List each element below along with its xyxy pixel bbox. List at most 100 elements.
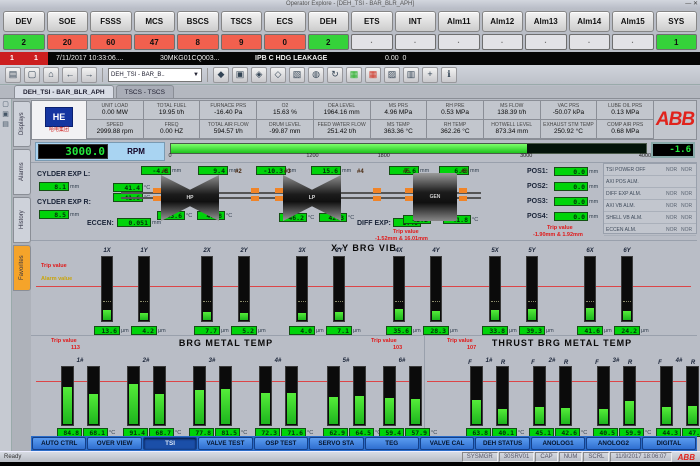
link-icon[interactable]: ◇ xyxy=(270,67,286,83)
param-value: 0.13 MPa xyxy=(611,109,639,117)
sidebar-tab-alarms[interactable]: Alarms xyxy=(13,149,31,195)
system-tab-bscs[interactable]: BSCS xyxy=(177,11,219,32)
display-selector-dropdown[interactable]: DEH_TSI - BAR_B..▼ xyxy=(108,68,202,82)
alarm-count-alm14[interactable]: · xyxy=(569,34,611,50)
vib-bar-fill xyxy=(528,309,536,320)
database-icon[interactable]: ◍ xyxy=(308,67,324,83)
system-tab-fsss[interactable]: FSSS xyxy=(90,11,132,32)
report-icon[interactable]: ▥ xyxy=(403,67,419,83)
vib-bar-4Y xyxy=(430,256,442,322)
sidebar-tab-displays[interactable]: Displays xyxy=(13,101,31,147)
alarm-count-deh[interactable]: 2 xyxy=(308,34,350,50)
bearing-block xyxy=(153,196,161,201)
system-tab-mcs[interactable]: MCS xyxy=(134,11,176,32)
alarm-count-ets[interactable]: · xyxy=(351,34,393,50)
lock-icon[interactable]: ◈ xyxy=(251,67,267,83)
sidebar-tab-history[interactable]: History xyxy=(13,197,31,243)
he-logo-mark: HE xyxy=(45,107,73,127)
nav-button-anolog1[interactable]: ANOLOG1 xyxy=(531,437,585,450)
nav-button-servo-sta[interactable]: SERVO STA xyxy=(309,437,363,450)
cyl-exp-r-value-unit: mm xyxy=(70,210,79,220)
nav-button-auto-ctrl[interactable]: AUTO CTRL xyxy=(32,437,86,450)
brg-temp-5#-bar xyxy=(327,366,340,426)
forward-icon[interactable]: → xyxy=(81,67,97,83)
alarm-list-ack-icon[interactable]: ▦ xyxy=(346,67,362,83)
home-icon[interactable]: ⌂ xyxy=(43,67,59,83)
vib-bar-fill xyxy=(240,313,248,320)
alarm-count-ecs[interactable]: 0 xyxy=(264,34,306,50)
alarm-count-fsss[interactable]: 60 xyxy=(90,34,132,50)
system-tab-ecs[interactable]: ECS xyxy=(264,11,306,32)
copy-display-icon[interactable]: ▢ xyxy=(24,67,40,83)
display-call-icon[interactable]: ▣ xyxy=(232,67,248,83)
nav-button-deh-status[interactable]: DEH STATUS xyxy=(475,437,529,450)
thrust-trip-value: 107 xyxy=(467,345,476,351)
brg-temp-2#-bar xyxy=(127,366,140,426)
param-value: 362.26 °C xyxy=(441,128,470,136)
brg-temp-6#-bar xyxy=(409,366,422,426)
nav-button-anolog2[interactable]: ANOLOG2 xyxy=(586,437,640,450)
alarm-count-alm13[interactable]: · xyxy=(525,34,567,50)
alarm-count-soe[interactable]: 20 xyxy=(47,34,89,50)
system-tab-sys[interactable]: SYS xyxy=(656,11,698,32)
alarm-count-alm12[interactable]: · xyxy=(482,34,524,50)
system-tab-alm11[interactable]: Alm11 xyxy=(438,11,480,32)
parameter-table: UNIT LOAD0.00 MWTOTAL FUEL19.95 t/hFURNA… xyxy=(87,101,654,139)
vib-bar-label-6Y: 6Y xyxy=(620,248,634,254)
system-tab-alm15[interactable]: Alm15 xyxy=(612,11,654,32)
info-icon[interactable]: ℹ xyxy=(441,67,457,83)
pages-icon[interactable]: ▣ xyxy=(2,111,9,118)
display-tab-active[interactable]: DEH_TSI - BAR_BLR_APH xyxy=(14,85,114,98)
alarm-list-icon[interactable]: ▦ xyxy=(365,67,381,83)
nav-button-valve-cal[interactable]: VALVE CAL xyxy=(420,437,474,450)
panel-icon[interactable]: ▤ xyxy=(2,121,9,128)
system-tab-alm12[interactable]: Alm12 xyxy=(482,11,524,32)
nav-button-osp-test[interactable]: OSP TEST xyxy=(254,437,308,450)
window-titlebar: Operator Explore - [DEH_TSI - BAR_BLR_AP… xyxy=(0,0,700,9)
nav-button-tsi[interactable]: TSI xyxy=(143,437,197,450)
system-tab-dev[interactable]: DEV xyxy=(3,11,45,32)
vib-trip-label: Trip value xyxy=(41,263,67,269)
alarm-count-sys[interactable]: 1 xyxy=(656,34,698,50)
nav-button-over-view[interactable]: OVER VIEW xyxy=(87,437,141,450)
system-tab-deh[interactable]: DEH xyxy=(308,11,350,32)
alarm-count-mcs[interactable]: 47 xyxy=(134,34,176,50)
pin-icon[interactable]: + xyxy=(422,67,438,83)
alarm-count-tscs[interactable]: 9 xyxy=(221,34,263,50)
vib-bar-label-4X: 4X xyxy=(392,248,406,254)
vib-bar-3X xyxy=(296,256,308,322)
minimize-button[interactable]: — xyxy=(685,1,691,7)
alarm-banner[interactable]: 1 1 7/11/2017 10:33:06.... 30MKG01CQ003.… xyxy=(0,52,700,65)
system-tab-soe[interactable]: SOE xyxy=(47,11,89,32)
system-tab-alm13[interactable]: Alm13 xyxy=(525,11,567,32)
nav-button-digital[interactable]: DIGITAL xyxy=(642,437,696,450)
alarm-count-alm11[interactable]: · xyxy=(438,34,480,50)
alarm-count-alm15[interactable]: · xyxy=(612,34,654,50)
brg-temp-4#-bar xyxy=(285,366,298,426)
bearing-block xyxy=(275,196,283,201)
param-cell: LUBE OIL PRS0.13 MPa xyxy=(597,101,654,120)
printer-icon[interactable]: ▤ xyxy=(5,67,21,83)
refresh-icon[interactable]: ↻ xyxy=(327,67,343,83)
bearing-label-2: #2 xyxy=(235,169,242,175)
param-cell: MS PRS4.96 MPa xyxy=(371,101,428,120)
nav-button-valve-test[interactable]: VALVE TEST xyxy=(198,437,252,450)
alarm-count-bscs[interactable]: 8 xyxy=(177,34,219,50)
back-icon[interactable]: ← xyxy=(62,67,78,83)
alarm-count-int[interactable]: · xyxy=(395,34,437,50)
display-tab-inactive[interactable]: TSCS - TSCS xyxy=(116,85,174,98)
bearing-block xyxy=(275,188,283,193)
topology-icon[interactable]: ▧ xyxy=(289,67,305,83)
alarm-count-dev[interactable]: 2 xyxy=(3,34,45,50)
sidebar-tab-favorites[interactable]: Favorites xyxy=(13,245,31,291)
nav-button-teg[interactable]: TEG xyxy=(365,437,419,450)
system-tab-ets[interactable]: ETS xyxy=(351,11,393,32)
system-tab-int[interactable]: INT xyxy=(395,11,437,32)
system-tab-alm14[interactable]: Alm14 xyxy=(569,11,611,32)
close-button[interactable]: ✕ xyxy=(693,1,698,7)
system-tab-tscs[interactable]: TSCS xyxy=(221,11,263,32)
param-cell: FEED WATER FLOW251.42 t/h xyxy=(314,120,371,139)
trend-icon[interactable]: ▨ xyxy=(384,67,400,83)
search-icon[interactable]: ◆ xyxy=(213,67,229,83)
window-icon[interactable]: ▢ xyxy=(2,101,9,108)
